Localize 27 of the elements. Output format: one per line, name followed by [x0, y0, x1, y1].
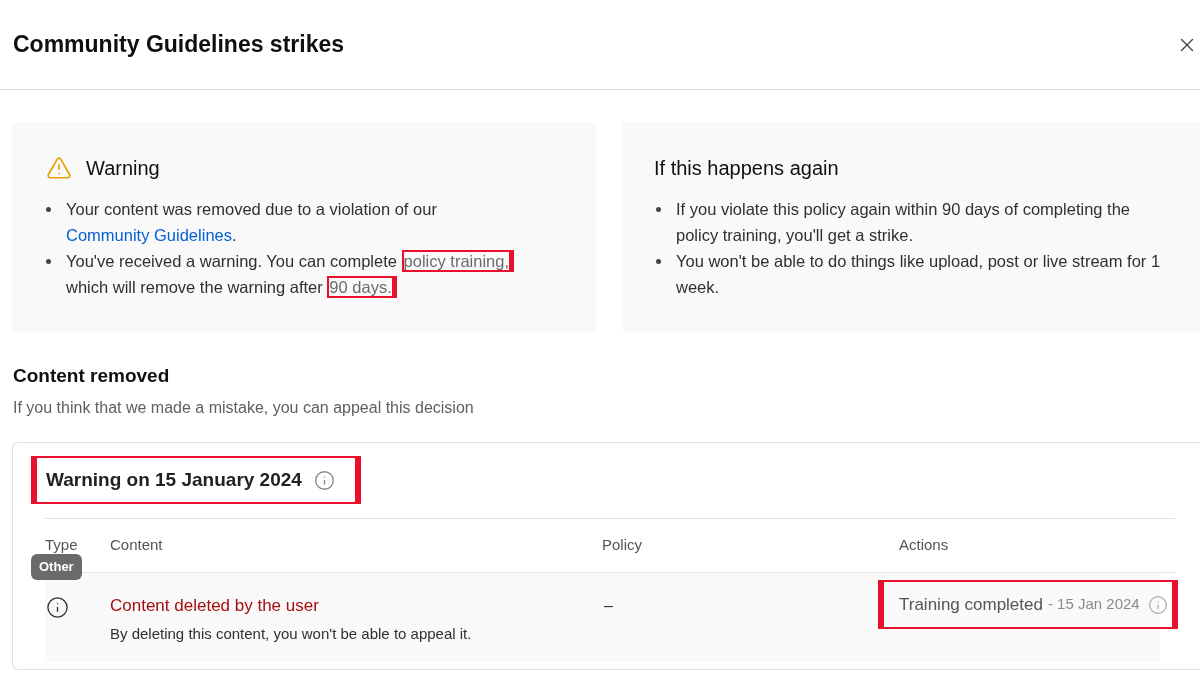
- section-subtitle: If you think that we made a mistake, you can appeal this decision: [13, 398, 475, 418]
- column-header: Content: [110, 535, 164, 556]
- column-header: Type: [45, 535, 79, 556]
- bullet-icon: [656, 259, 661, 264]
- bullet-text: You've received a warning. You can complete policy training, which will remove the warning after 90 days.: [66, 248, 550, 300]
- action-status: Training completed: [899, 593, 1043, 616]
- type-tooltip: Other: [31, 554, 82, 580]
- column-header: Actions: [899, 535, 950, 556]
- warning-icon: [46, 155, 72, 181]
- column-header: Policy: [602, 535, 643, 556]
- bullet-icon: [656, 207, 661, 212]
- section-title: Content removed: [13, 364, 171, 388]
- action-date: - 15 Jan 2024: [1047, 594, 1140, 615]
- content-title: Content deleted by the user: [110, 595, 320, 617]
- policy-cell-text: –: [603, 596, 614, 616]
- info-icon[interactable]: [46, 596, 69, 619]
- bullet-text: You won't be able to do things like upload, post or live stream for 1 week.: [676, 251, 1162, 298]
- strike-heading: Warning on 15 January 2024: [46, 467, 302, 492]
- bullet-text: If you violate this policy again within 90 days of completing the policy training, you'll get a strike.: [676, 199, 1131, 246]
- card-title: Warning: [86, 156, 160, 180]
- content-note: By deleting this content, you won't be able to appeal it.: [110, 624, 473, 644]
- dialog-title: Community Guidelines strikes: [13, 30, 345, 60]
- bullet-icon: [46, 207, 51, 212]
- bullet-icon: [46, 259, 51, 264]
- text-link[interactable]: Community Guidelines: [66, 226, 232, 244]
- card-title: If this happens again: [654, 156, 839, 180]
- bullet-text: Your content was removed due to a violation of our Community Guidelines.: [66, 199, 438, 246]
